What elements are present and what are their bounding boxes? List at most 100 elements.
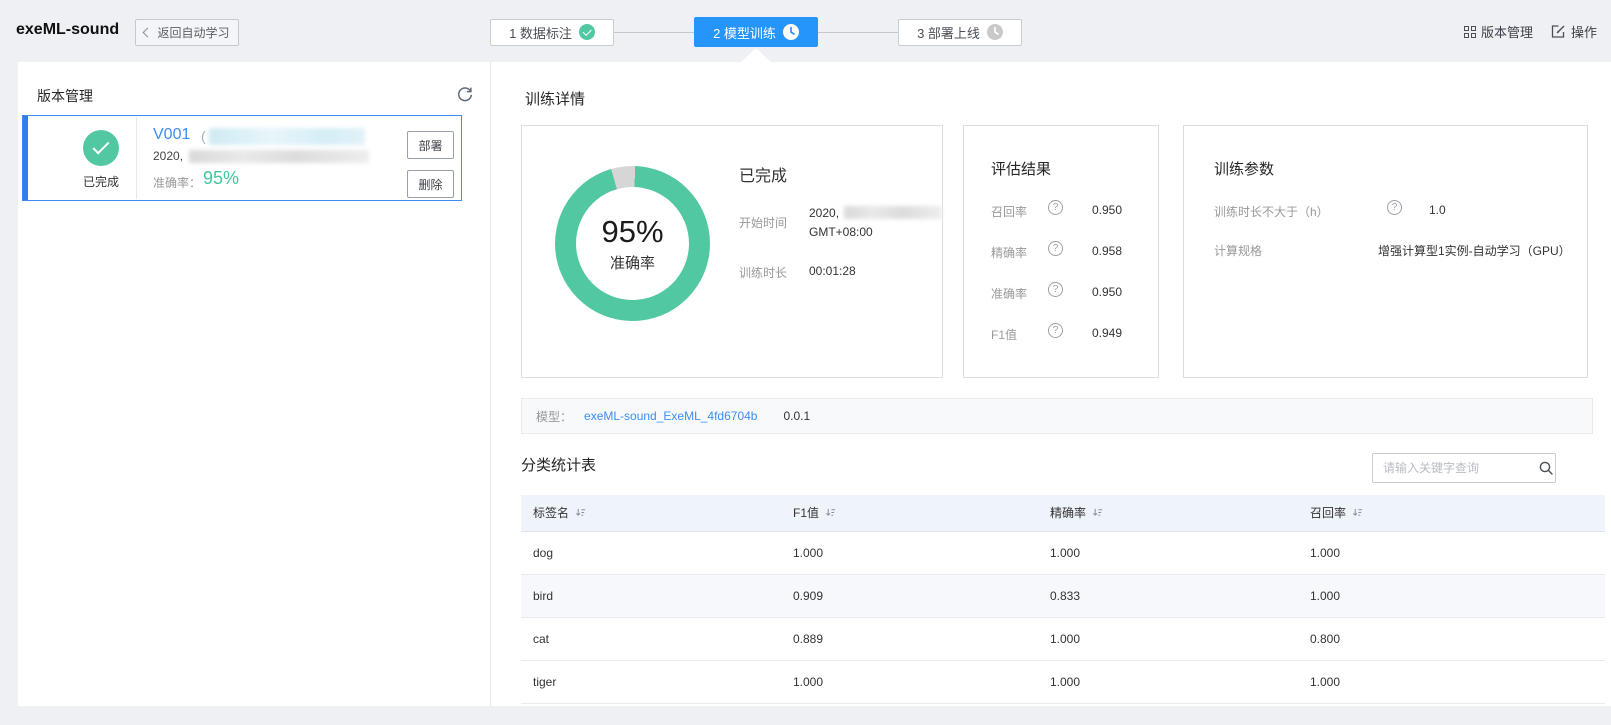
table-row[interactable]: bird 0.909 0.833 1.000 [521,574,1605,618]
start-time-prefix: 2020, [809,206,840,220]
back-button-label: 返回自动学习 [157,26,230,40]
version-management-label: 版本管理 [1480,25,1533,40]
model-name-link[interactable]: exeML-sound_ExeML_4fd6704b [584,409,757,423]
cell-precision: 1.000 [1038,617,1298,661]
status-check-icon [83,130,119,166]
duration-label: 训练时长 [739,266,788,280]
search-icon[interactable] [1538,460,1554,476]
clock-icon [986,24,1003,40]
accuracy-eval-value: 0.950 [1092,285,1123,299]
compute-spec-value: 增强计算型1实例-自动学习（GPU） [1378,244,1571,258]
cell-f1: 1.000 [781,660,1038,704]
max-duration-value: 1.0 [1429,203,1446,217]
sort-icon[interactable] [575,507,586,518]
redacted-version-date [189,150,369,163]
cell-precision: 1.000 [1038,660,1298,704]
cell-f1: 0.909 [781,574,1038,618]
sort-icon[interactable] [1092,507,1103,518]
classification-stats-table: 标签名 F1值 精确率 召回率 dog 1.000 1.000 1.000 bi… [521,495,1605,704]
step-model-training[interactable]: 2 模型训练 [694,17,818,47]
recall-value: 0.950 [1092,203,1123,217]
training-summary-card: 95% 准确率 已完成 开始时间 2020, GMT+08:00 训练时长 00… [521,125,943,378]
evaluation-title: 评估结果 [991,161,1052,178]
table-row[interactable]: cat 0.889 1.000 0.800 [521,617,1605,661]
card-divider [136,117,137,199]
step-data-labeling[interactable]: 1 数据标注 [490,18,614,46]
back-button[interactable]: 返回自动学习 [135,19,239,46]
redacted-start-time [844,206,942,219]
check-circle-icon [578,24,595,40]
sidebar-title: 版本管理 [37,88,93,104]
model-version: 0.0.1 [783,409,811,423]
table-header-row: 标签名 F1值 精确率 召回率 [521,495,1605,532]
search-box [1372,453,1556,483]
params-title: 训练参数 [1214,161,1275,178]
chevron-left-icon [143,27,153,38]
content-area: 版本管理 已完成 V001 ( 2020, 准确率： 95% 部署 删除 训练详… [18,62,1611,706]
version-date-prefix: 2020, [153,149,184,163]
precision-label: 精确率 [991,246,1028,260]
delete-button[interactable]: 删除 [407,170,454,198]
help-icon[interactable]: ? [1387,200,1402,215]
compose-icon [1551,25,1565,38]
operation-label: 操作 [1570,25,1597,40]
cell-recall: 1.000 [1298,574,1605,618]
grid-icon [1463,25,1476,38]
help-icon[interactable]: ? [1048,241,1063,256]
accuracy-label: 准确率： [153,176,202,190]
step-connector [614,31,694,33]
version-management-link[interactable]: 版本管理 [1463,22,1533,41]
evaluation-card: 评估结果 召回率 ? 0.950 精确率 ? 0.958 准确率 ? 0.950… [963,125,1159,378]
accuracy-value: 95% [203,168,240,188]
selected-accent-bar [23,116,28,200]
workflow-steps: 1 数据标注 2 模型训练 3 部署上线 [490,17,1022,47]
refresh-icon[interactable] [456,85,474,103]
table-row[interactable]: dog 1.000 1.000 1.000 [521,531,1605,575]
model-bar: 模型： exeML-sound_ExeML_4fd6704b 0.0.1 [521,398,1593,434]
help-icon[interactable]: ? [1048,282,1063,297]
sort-icon[interactable] [825,507,836,518]
f1-value: 0.949 [1092,326,1123,340]
cell-recall: 1.000 [1298,660,1605,704]
donut-center-text: 95% 准确率 [555,166,710,321]
donut-label: 准确率 [609,255,655,272]
step-label: 2 模型训练 [713,25,776,41]
column-header-f1: F1值 [781,495,1038,532]
accuracy-eval-label: 准确率 [991,287,1028,301]
f1-label: F1值 [991,328,1018,342]
start-time-label: 开始时间 [739,216,788,230]
duration-value: 00:01:28 [809,264,856,278]
cell-label: bird [521,574,781,618]
help-icon[interactable]: ? [1048,323,1063,338]
header-actions: 版本管理 操作 [1463,22,1597,41]
top-header: exeML-sound 返回自动学习 1 数据标注 2 模型训练 3 部署上线 [0,0,1611,62]
version-card[interactable]: 已完成 V001 ( 2020, 准确率： 95% 部署 删除 [22,115,462,201]
cell-label: tiger [521,660,781,704]
step-label: 1 数据标注 [509,25,572,41]
cell-recall: 1.000 [1298,531,1605,575]
status-label: 已完成 [82,175,119,189]
column-header-precision: 精确率 [1038,495,1298,532]
version-name-paren: ( [201,128,206,144]
search-input[interactable] [1383,461,1538,475]
active-step-pointer [741,48,771,62]
training-params-card: 训练参数 训练时长不大于（h） ? 1.0 计算规格 增强计算型1实例-自动学习… [1183,125,1588,378]
cell-label: dog [521,531,781,575]
sort-icon[interactable] [1352,507,1363,518]
table-row[interactable]: tiger 1.000 1.000 1.000 [521,660,1605,704]
model-label: 模型： [536,409,573,424]
cell-label: cat [521,617,781,661]
help-icon[interactable]: ? [1048,200,1063,215]
stats-title: 分类统计表 [521,457,597,474]
step-deployment[interactable]: 3 部署上线 [898,18,1022,46]
cell-precision: 1.000 [1038,531,1298,575]
training-detail-pane: 训练详情 95% 准确率 已完成 开始时间 2020, GMT+08:00 训练… [491,62,1611,706]
clock-icon [782,24,799,40]
step-label: 3 部署上线 [917,25,980,41]
compute-spec-label: 计算规格 [1214,244,1263,258]
deploy-button[interactable]: 部署 [407,131,454,159]
cell-f1: 1.000 [781,531,1038,575]
operation-link[interactable]: 操作 [1551,22,1597,41]
start-time-timezone: GMT+08:00 [809,225,873,239]
version-name-link[interactable]: V001 [153,126,190,144]
